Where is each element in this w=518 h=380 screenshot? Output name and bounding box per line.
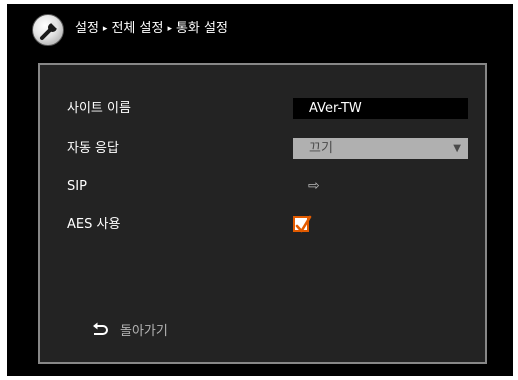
breadcrumb: 설정 ▸ 전체 설정 ▸ 통화 설정 [75, 21, 228, 38]
auto-answer-value: 끄기 [309, 141, 333, 156]
breadcrumb-call-settings: 통화 설정 [175, 21, 228, 36]
settings-panel: 사이트 이름 AVer-TW 자동 응답 끄기 ▼ SIP ⇨ AES 사용 돌… [38, 63, 487, 364]
sip-open-arrow-icon[interactable]: ⇨ [308, 178, 320, 194]
wrench-icon [32, 14, 64, 46]
back-arrow-icon[interactable] [91, 322, 109, 344]
breadcrumb-general-settings[interactable]: 전체 설정 [111, 21, 163, 36]
auto-answer-dropdown[interactable]: 끄기 ▼ [293, 138, 468, 159]
checkmark-icon [295, 215, 312, 233]
aes-label: AES 사용 [67, 217, 121, 232]
site-name-label: 사이트 이름 [67, 101, 131, 116]
breadcrumb-settings[interactable]: 설정 [75, 21, 99, 36]
auto-answer-label: 자동 응답 [67, 141, 119, 156]
site-name-field[interactable]: AVer-TW [293, 98, 468, 119]
sip-label: SIP [67, 179, 87, 194]
chevron-down-icon: ▼ [453, 143, 461, 154]
breadcrumb-separator-icon: ▸ [167, 24, 172, 34]
aes-checkbox[interactable] [293, 215, 312, 233]
call-settings-screen: 설정 ▸ 전체 설정 ▸ 통화 설정 사이트 이름 AVer-TW 자동 응답 끄기 ▼… [7, 4, 513, 376]
back-button-label[interactable]: 돌아가기 [120, 324, 168, 340]
breadcrumb-separator-icon: ▸ [102, 24, 108, 34]
